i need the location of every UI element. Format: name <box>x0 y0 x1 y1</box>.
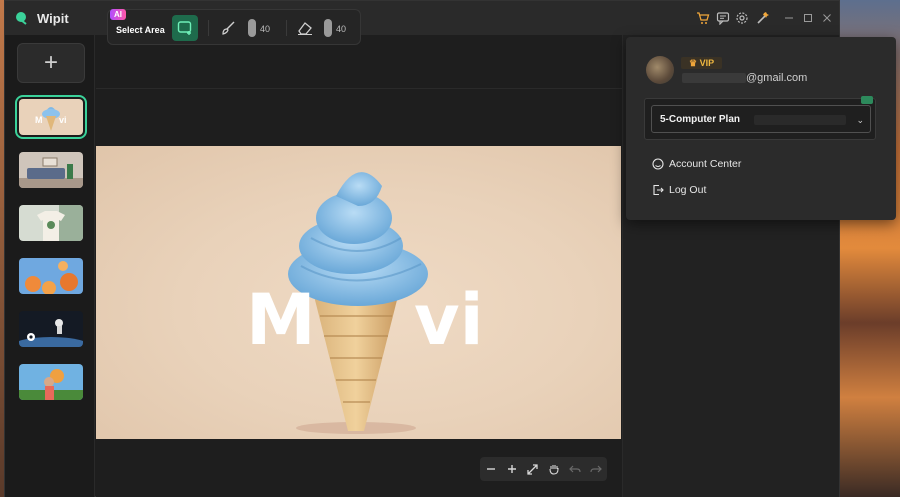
image-list-sidebar: + M vi <box>5 35 95 497</box>
app-title: Wipit <box>37 11 69 26</box>
crown-icon: ♛ <box>689 58 700 68</box>
thumb-girl-flowers[interactable] <box>19 364 83 400</box>
logout-icon <box>653 184 664 196</box>
minimize-icon[interactable] <box>781 10 797 26</box>
email-redacted <box>682 73 746 83</box>
plan-status-tag <box>861 96 873 104</box>
plan-name: 5-Computer Plan <box>660 114 741 125</box>
redo-icon[interactable] <box>585 457 606 481</box>
maximize-icon[interactable] <box>800 10 816 26</box>
undo-icon[interactable] <box>564 457 585 481</box>
vip-badge: ♛ VIP <box>681 57 723 69</box>
select-area-button[interactable] <box>172 15 198 41</box>
plan-details-redacted <box>754 115 846 125</box>
chat-feedback-icon[interactable] <box>715 10 731 26</box>
account-dropdown: ♛ VIP @gmail.com 5-Computer Plan ⌄ Accou… <box>626 37 896 220</box>
account-center-menu-item[interactable]: Account Center <box>652 156 741 172</box>
vip-label: VIP <box>699 58 715 68</box>
select-area-label[interactable]: Select Area <box>116 25 165 35</box>
eraser-size-value: 40 <box>336 24 347 34</box>
edit-toolbar: AI Select Area 40 40 <box>107 9 361 45</box>
eraser-size-slider[interactable] <box>324 19 332 37</box>
logout-label: Log Out <box>669 184 707 196</box>
toolbar-divider <box>286 20 287 36</box>
toolbar-divider <box>208 20 209 36</box>
thumb-astronaut[interactable] <box>19 311 83 347</box>
overlay-text-left: M <box>246 279 316 361</box>
ice-cream-image: M vi <box>246 172 484 434</box>
logout-menu-item[interactable]: Log Out <box>652 182 706 198</box>
brush-size-slider[interactable] <box>248 19 256 37</box>
plan-selector-container: 5-Computer Plan ⌄ <box>644 96 876 140</box>
ai-badge: AI <box>110 9 126 20</box>
avatar <box>646 56 674 84</box>
account-center-label: Account Center <box>669 158 742 170</box>
email-suffix: @gmail.com <box>746 72 808 84</box>
svg-text:vi: vi <box>59 115 67 125</box>
svg-text:M: M <box>35 115 43 125</box>
add-image-button[interactable]: + <box>17 43 85 83</box>
zoom-in-icon[interactable] <box>501 457 522 481</box>
account-center-icon <box>652 158 664 170</box>
tools-icon[interactable] <box>755 10 771 26</box>
thumb-living-room[interactable] <box>19 152 83 188</box>
brush-icon[interactable] <box>220 20 236 36</box>
hand-pan-icon[interactable] <box>543 457 564 481</box>
plan-selector[interactable]: 5-Computer Plan ⌄ <box>651 105 871 133</box>
select-area-icon <box>177 21 192 35</box>
wipit-logo-icon <box>16 12 27 25</box>
close-icon[interactable] <box>819 10 835 26</box>
thumb-ice-cream[interactable]: M vi <box>15 95 87 139</box>
thumb-flowers[interactable] <box>19 258 83 294</box>
edit-canvas-image[interactable]: M vi <box>96 146 621 439</box>
brush-size-value: 40 <box>260 24 271 34</box>
zoom-out-icon[interactable] <box>480 457 501 481</box>
overlay-text-right: vi <box>414 279 484 361</box>
fit-screen-icon[interactable] <box>522 457 543 481</box>
cart-icon[interactable] <box>695 10 711 26</box>
chevron-down-icon: ⌄ <box>856 115 864 125</box>
thumb-tshirt[interactable] <box>19 205 83 241</box>
eraser-icon[interactable] <box>296 20 314 36</box>
zoom-controls <box>480 457 607 481</box>
gear-icon[interactable] <box>734 10 750 26</box>
toolbar-strip <box>96 55 622 89</box>
